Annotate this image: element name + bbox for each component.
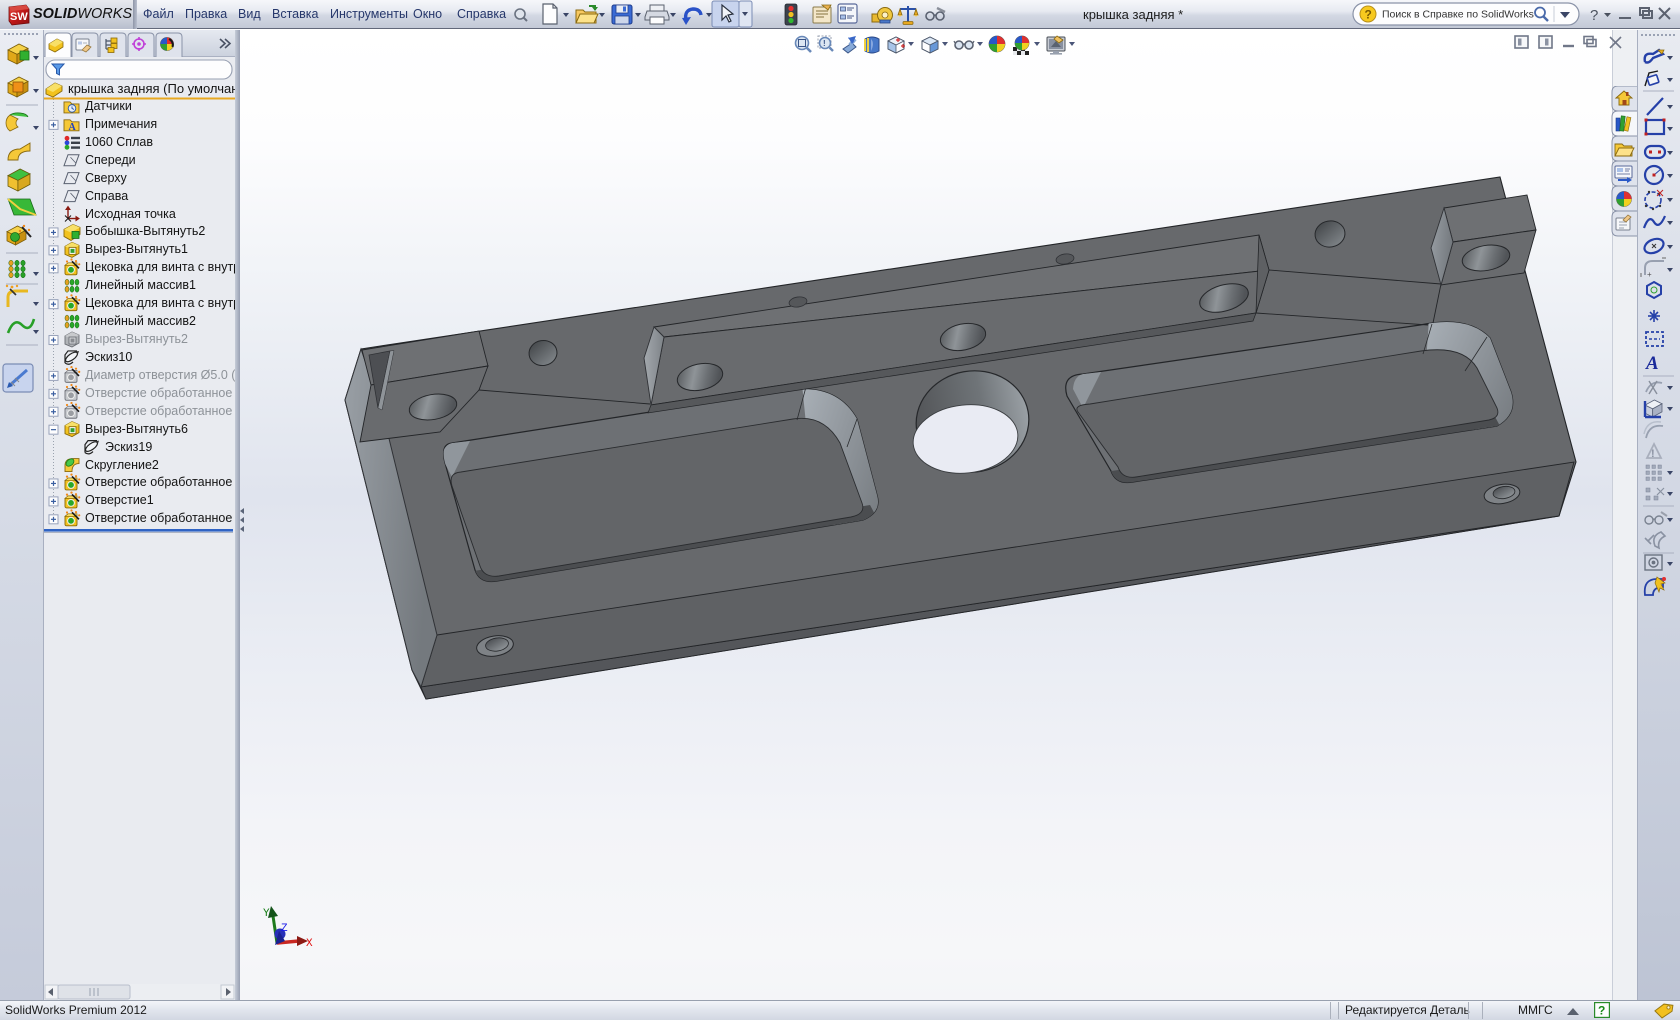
svg-text:?: ? <box>1598 1004 1605 1018</box>
svg-text:+: + <box>1647 270 1652 279</box>
svg-text:X: X <box>306 938 313 950</box>
svg-text:!: ! <box>1651 448 1655 460</box>
svg-text:?: ? <box>1365 8 1372 22</box>
svg-text:Y: Y <box>263 908 270 920</box>
svg-text:Поиск в Справке по SolidWorks: Поиск в Справке по SolidWorks <box>1382 9 1534 21</box>
svg-text:?: ? <box>1590 7 1598 24</box>
svg-text:Z: Z <box>281 923 288 935</box>
svg-text:A: A <box>69 122 77 133</box>
svg-text:!: ! <box>823 39 826 48</box>
svg-text:A: A <box>1645 353 1659 374</box>
